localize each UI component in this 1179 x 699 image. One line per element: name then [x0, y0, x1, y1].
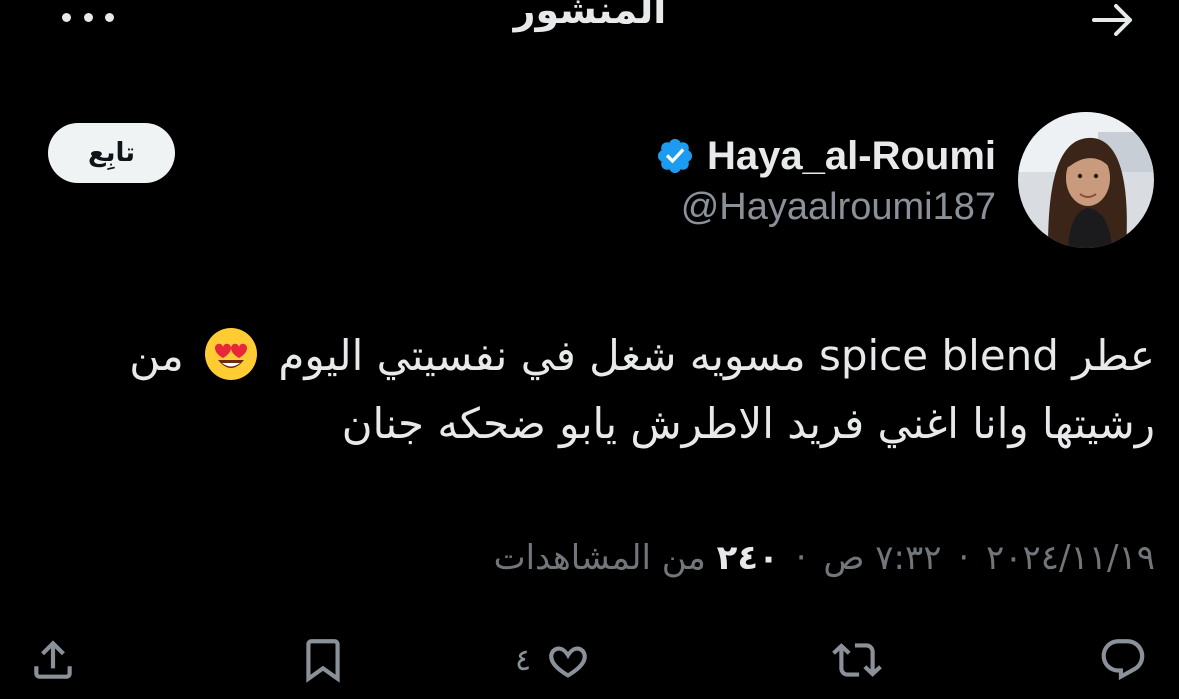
like-count: ٤ — [515, 642, 532, 678]
repost-button[interactable] — [832, 630, 882, 690]
views-label: من المشاهدات — [493, 538, 706, 578]
tweet-meta: ٢٠٢٤/١١/١٩ · ٧:٣٢ ص · ٢٤٠ من المشاهدات — [494, 538, 1155, 578]
tweet-line-1: عطر spice blend مسويه شغل في نفسيتي اليو… — [55, 322, 1155, 390]
more-dot — [62, 12, 71, 22]
separator: · — [958, 538, 970, 578]
arrow-right-icon — [1092, 4, 1132, 36]
share-icon — [34, 640, 72, 679]
author-handle[interactable]: @Hayaalroumi187 — [681, 186, 996, 229]
tweet-line-1-text: عطر spice blend مسويه شغل في نفسيتي اليو… — [278, 331, 1155, 380]
author-display-name: Haya_al-Roumi — [707, 133, 996, 178]
heart-icon — [549, 646, 587, 678]
tweet-line-2: رشيتها وانا اغني فريد الاطرش يابو ضحكه ج… — [341, 399, 1155, 448]
tweet-time: ٧:٣٢ ص — [823, 538, 942, 578]
heart-eyes-emoji-icon — [203, 326, 259, 382]
avatar-photo — [1018, 112, 1154, 248]
repost-icon — [832, 643, 882, 677]
author-name-row[interactable]: Haya_al-Roumi — [655, 128, 996, 184]
reply-icon — [1101, 639, 1145, 681]
page-title: المنشور — [513, 0, 667, 32]
more-dot — [105, 12, 114, 22]
back-button[interactable] — [1082, 0, 1142, 40]
like-button[interactable]: ٤ — [515, 630, 593, 690]
bookmark-button[interactable] — [298, 630, 348, 690]
separator: · — [795, 538, 807, 578]
top-bar: المنشور — [0, 0, 1179, 60]
more-options-button[interactable] — [62, 4, 114, 30]
share-button[interactable] — [28, 630, 78, 690]
avatar[interactable] — [1018, 112, 1154, 248]
more-dot — [83, 12, 93, 22]
tweet-text: عطر spice blend مسويه شغل في نفسيتي اليو… — [55, 322, 1155, 458]
bookmark-icon — [306, 639, 340, 683]
tweet-line-1-end: من — [129, 331, 184, 380]
follow-button[interactable]: تابِع — [48, 123, 175, 183]
views-count: ٢٤٠ — [716, 538, 779, 578]
verified-badge-icon — [657, 138, 693, 174]
tweet-date: ٢٠٢٤/١١/١٩ — [985, 538, 1155, 578]
reply-button[interactable] — [1098, 630, 1148, 690]
